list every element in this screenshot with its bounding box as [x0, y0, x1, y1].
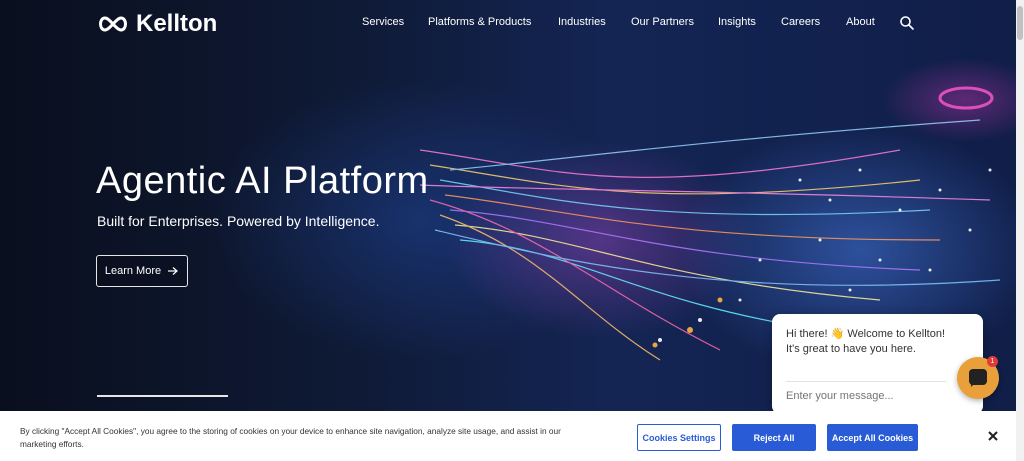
nav-item-industries[interactable]: Industries	[558, 16, 606, 28]
chat-greeting-text: Hi there! 👋 Welcome to Kellton! It's gre…	[786, 328, 946, 355]
cookie-consent-banner: By clicking "Accept All Cookies", you ag…	[0, 411, 1016, 461]
chat-notification-badge: 1	[987, 356, 998, 367]
hero-title: Agentic AI Platform	[96, 160, 429, 202]
nav-item-about[interactable]: About	[846, 16, 875, 28]
chat-welcome-popup: Hi there! 👋 Welcome to Kellton! It's gre…	[772, 314, 983, 414]
learn-more-button[interactable]: Learn More	[96, 255, 188, 287]
hero-slide-indicator	[97, 395, 228, 397]
reject-all-button[interactable]: Reject All	[732, 424, 816, 451]
main-menu: Services Platforms & Products Industries…	[0, 16, 1016, 32]
scrollbar-thumb[interactable]	[1017, 6, 1023, 40]
page-scrollbar[interactable]	[1016, 0, 1024, 461]
nav-item-services[interactable]: Services	[362, 16, 404, 28]
close-icon[interactable]	[987, 430, 999, 442]
search-icon[interactable]	[899, 15, 915, 31]
nav-item-careers[interactable]: Careers	[781, 16, 820, 28]
chat-message-input[interactable]	[786, 390, 936, 402]
arrow-right-icon	[168, 267, 179, 275]
chat-icon-tail	[971, 383, 975, 387]
accept-all-cookies-button[interactable]: Accept All Cookies	[827, 424, 918, 451]
nav-item-insights[interactable]: Insights	[718, 16, 756, 28]
nav-item-platforms-products[interactable]: Platforms & Products	[428, 16, 531, 28]
chat-divider	[786, 381, 946, 382]
top-navigation: Kellton Services Platforms & Products In…	[0, 0, 1016, 46]
cookie-consent-text: By clicking "Accept All Cookies", you ag…	[20, 426, 561, 449]
hero-subtitle: Built for Enterprises. Powered by Intell…	[97, 213, 380, 229]
learn-more-label: Learn More	[104, 265, 162, 277]
cookies-settings-button[interactable]: Cookies Settings	[637, 424, 721, 451]
nav-item-our-partners[interactable]: Our Partners	[631, 16, 694, 28]
